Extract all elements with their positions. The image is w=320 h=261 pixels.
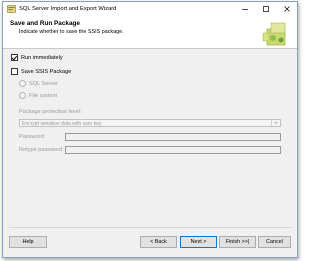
protection-level-select[interactable]: Encrypt sensitive data with user key	[19, 119, 281, 127]
retype-password-label: Retype password:	[19, 147, 64, 153]
cancel-button[interactable]: Cancel	[258, 236, 291, 248]
help-button[interactable]: Help	[9, 236, 47, 248]
back-button[interactable]: < Back	[140, 236, 177, 248]
close-icon	[284, 6, 290, 12]
password-label: Password:	[19, 134, 46, 140]
protection-level-label: Package protection level:	[19, 109, 82, 115]
finish-button[interactable]: Finish >>|	[219, 236, 256, 248]
minimize-button[interactable]	[235, 2, 255, 16]
page-subtitle: Indicate whether to save the SSIS packag…	[19, 29, 124, 35]
maximize-icon	[263, 6, 269, 12]
window-title: SQL Server Import and Export Wizard	[19, 5, 117, 12]
maximize-button[interactable]	[256, 2, 276, 16]
close-button[interactable]	[277, 2, 297, 16]
page-title: Save and Run Package	[10, 20, 80, 27]
run-immediately-option[interactable]: Run immediately	[11, 54, 63, 61]
next-button[interactable]: Next >	[180, 236, 217, 248]
password-field[interactable]	[65, 133, 281, 141]
retype-password-field[interactable]	[65, 146, 281, 154]
chevron-down-icon	[274, 121, 278, 124]
run-immediately-label: Run immediately	[21, 54, 63, 61]
minimize-icon	[242, 9, 248, 10]
sql-server-radio[interactable]	[19, 80, 26, 87]
save-ssis-package-label: Save SSIS Package	[21, 68, 72, 75]
save-ssis-package-option[interactable]: Save SSIS Package	[11, 68, 71, 75]
sql-server-label: SQL Server	[29, 80, 59, 87]
file-system-option[interactable]: File system	[19, 92, 57, 99]
run-immediately-checkbox[interactable]	[11, 54, 18, 61]
sql-server-option[interactable]: SQL Server	[19, 80, 58, 87]
wizard-header: Save and Run Package Indicate whether to…	[3, 16, 297, 49]
wizard-window: SQL Server Import and Export Wizard Save…	[2, 1, 298, 258]
title-bar: SQL Server Import and Export Wizard	[3, 2, 297, 16]
footer-divider	[9, 227, 291, 228]
sql-wizard-icon	[7, 5, 16, 13]
file-system-radio[interactable]	[19, 92, 26, 99]
file-system-label: File system	[29, 92, 58, 99]
dropdown-arrow[interactable]	[271, 120, 280, 126]
protection-level-value: Encrypt sensitive data with user key	[22, 120, 102, 127]
package-wizard-graphic	[262, 22, 286, 46]
save-ssis-package-checkbox[interactable]	[11, 68, 18, 75]
